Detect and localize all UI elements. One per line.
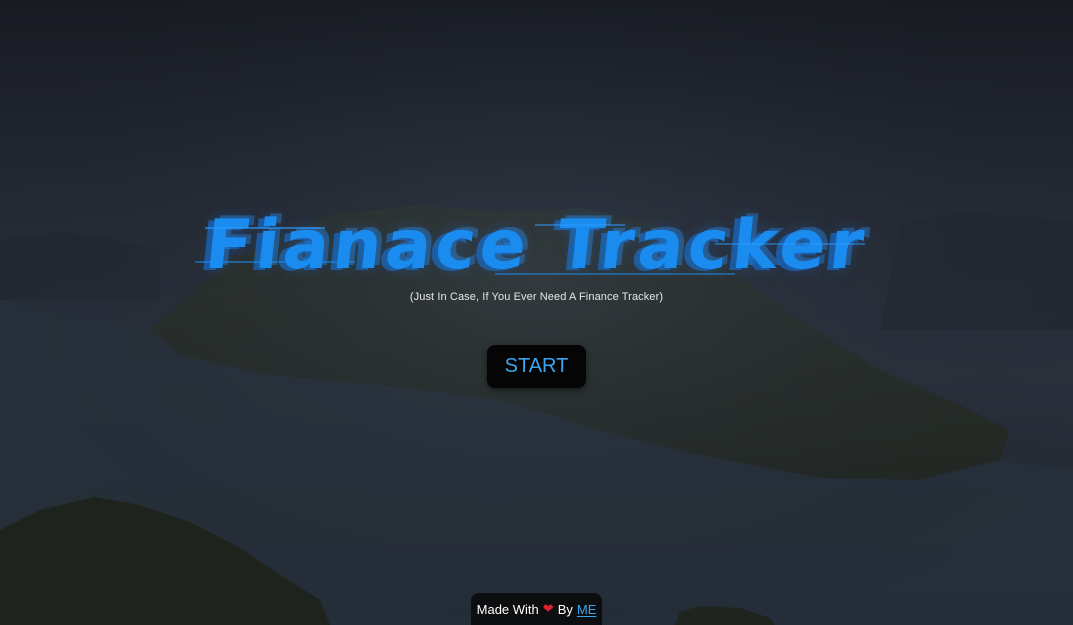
mountain-lake-background: [0, 0, 1073, 625]
heart-icon: ❤: [542, 601, 554, 616]
landing-page: Fianace Tracker (Just In Case, If You Ev…: [0, 0, 1073, 625]
app-title: Fianace Tracker: [201, 206, 872, 285]
start-button[interactable]: START: [487, 345, 586, 388]
footer-credit: Made With ❤ By ME: [471, 593, 602, 625]
app-subtitle: (Just In Case, If You Ever Need A Financ…: [409, 291, 664, 303]
by-text: By: [557, 601, 573, 617]
author-link[interactable]: ME: [577, 602, 597, 617]
made-with-text: Made With: [476, 601, 539, 617]
hero-section: Fianace Tracker (Just In Case, If You Ev…: [0, 205, 1073, 303]
